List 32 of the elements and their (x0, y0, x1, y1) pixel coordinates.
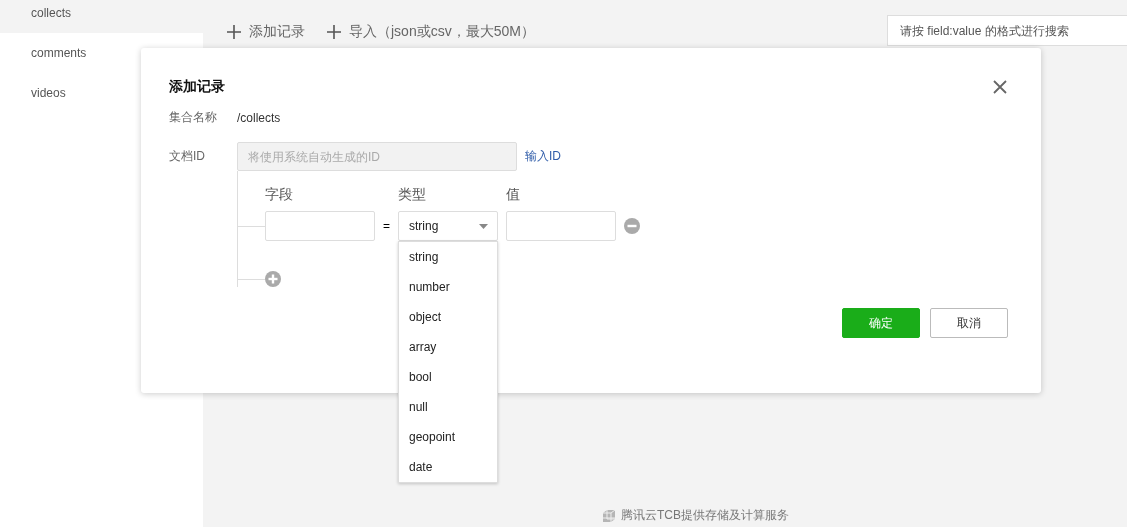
value-input[interactable] (506, 211, 616, 241)
type-option[interactable]: geopoint (399, 422, 497, 452)
search-field[interactable]: 请按 field:value 的格式进行搜索 (887, 15, 1127, 46)
remove-icon[interactable] (624, 218, 640, 234)
field-label: 文档ID (169, 148, 206, 165)
equals-sign: = (382, 219, 391, 233)
caret-icon (479, 223, 488, 229)
type-option[interactable]: bool (399, 362, 497, 392)
collection-item[interactable]: collects (0, 0, 203, 33)
column-header: 类型 (398, 186, 427, 204)
add-icon[interactable] (265, 271, 281, 287)
cancel-button[interactable]: 取消 (930, 308, 1008, 338)
type-option[interactable]: number (399, 272, 497, 302)
type-option[interactable]: null (399, 392, 497, 422)
toolbar-button[interactable]: 导入（json或csv，最大50M） (327, 23, 535, 41)
column-header: 字段 (265, 186, 294, 204)
collection-name: /collects (237, 110, 281, 125)
field-label: 集合名称 (169, 109, 218, 126)
type-select[interactable]: string (398, 211, 498, 241)
plus-icon (327, 25, 341, 39)
type-option[interactable]: date (399, 452, 497, 482)
column-header: 值 (506, 186, 520, 204)
cube-icon (601, 507, 617, 524)
footer-text: 腾讯云TCB提供存储及计算服务 (621, 507, 789, 524)
field-name-input[interactable] (265, 211, 375, 241)
close-icon[interactable] (993, 80, 1007, 94)
plus-icon (227, 25, 241, 39)
type-option[interactable]: array (399, 332, 497, 362)
type-option[interactable]: string (399, 242, 497, 272)
dialog-title: 添加记录 (169, 78, 225, 96)
toolbar-button[interactable]: 添加记录 (227, 23, 305, 41)
type-option[interactable]: object (399, 302, 497, 332)
